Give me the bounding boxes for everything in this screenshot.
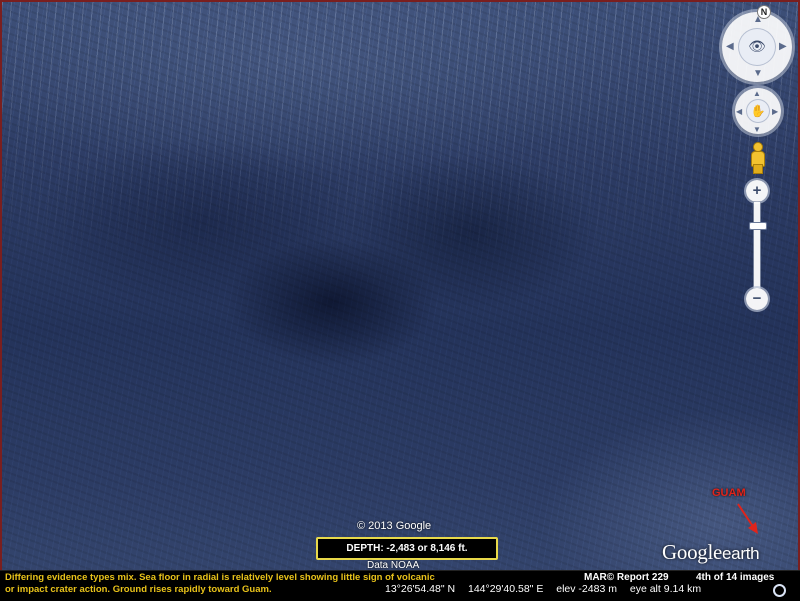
pan-down-arrow-icon[interactable]: ▼	[753, 125, 761, 135]
move-control[interactable]: ▲ ▼ ◀ ▶ ✋	[735, 88, 781, 134]
look-around-control[interactable]: ▲ ▼ ◀ ▶ 👁	[722, 12, 792, 82]
latitude-readout: 13°26'54.48" N	[385, 583, 456, 595]
rotate-right-arrow-icon[interactable]: ▶	[779, 42, 787, 52]
zoom-slider[interactable]: + −	[746, 180, 768, 310]
earth-map-view[interactable]	[0, 0, 800, 600]
depth-label: DEPTH: -2,483 or 8,146 ft.	[316, 537, 498, 560]
zoom-thumb[interactable]	[749, 222, 767, 230]
tilt-down-arrow-icon[interactable]: ▼	[753, 69, 763, 79]
status-bar: 13°26'54.48" N 144°29'40.58" E elev -248…	[385, 583, 711, 595]
street-view-pegman-icon[interactable]	[748, 142, 766, 174]
zoom-in-button[interactable]: +	[746, 180, 768, 202]
image-count: 4th of 14 images	[696, 572, 775, 583]
zoom-track[interactable]	[754, 202, 760, 288]
eye-altitude-readout: eye alt 9.14 km	[629, 583, 702, 595]
logo-earth-text: earth	[722, 544, 760, 563]
hand-icon: ✋	[750, 104, 766, 118]
google-earth-logo: Googleearth	[662, 540, 760, 565]
zoom-out-button[interactable]: −	[746, 288, 768, 310]
copyright-notice: © 2013 Google	[357, 520, 432, 532]
longitude-readout: 144°29'40.58" E	[468, 583, 544, 595]
caption-line-1: Differing evidence types mix. Sea floor …	[5, 572, 435, 583]
logo-google-text: Google	[662, 540, 723, 564]
rotate-left-arrow-icon[interactable]: ◀	[726, 42, 734, 52]
pan-right-arrow-icon[interactable]: ▶	[772, 107, 778, 117]
guam-label: GUAM	[712, 487, 746, 499]
north-indicator[interactable]: N	[758, 6, 770, 18]
streaming-indicator-icon	[773, 584, 786, 597]
guam-direction-arrow-icon	[737, 503, 758, 534]
surface-glint-texture	[2, 2, 798, 262]
report-label: MAR© Report 229	[584, 572, 669, 583]
pan-left-arrow-icon[interactable]: ◀	[736, 107, 742, 117]
caption-line-2: or impact crater action. Ground rises ra…	[5, 584, 272, 595]
move-center[interactable]: ✋	[746, 99, 770, 123]
look-center[interactable]: 👁	[738, 28, 776, 66]
elevation-readout: elev -2483 m	[556, 583, 617, 595]
pan-up-arrow-icon[interactable]: ▲	[753, 89, 761, 99]
eye-icon: 👁	[748, 38, 766, 54]
